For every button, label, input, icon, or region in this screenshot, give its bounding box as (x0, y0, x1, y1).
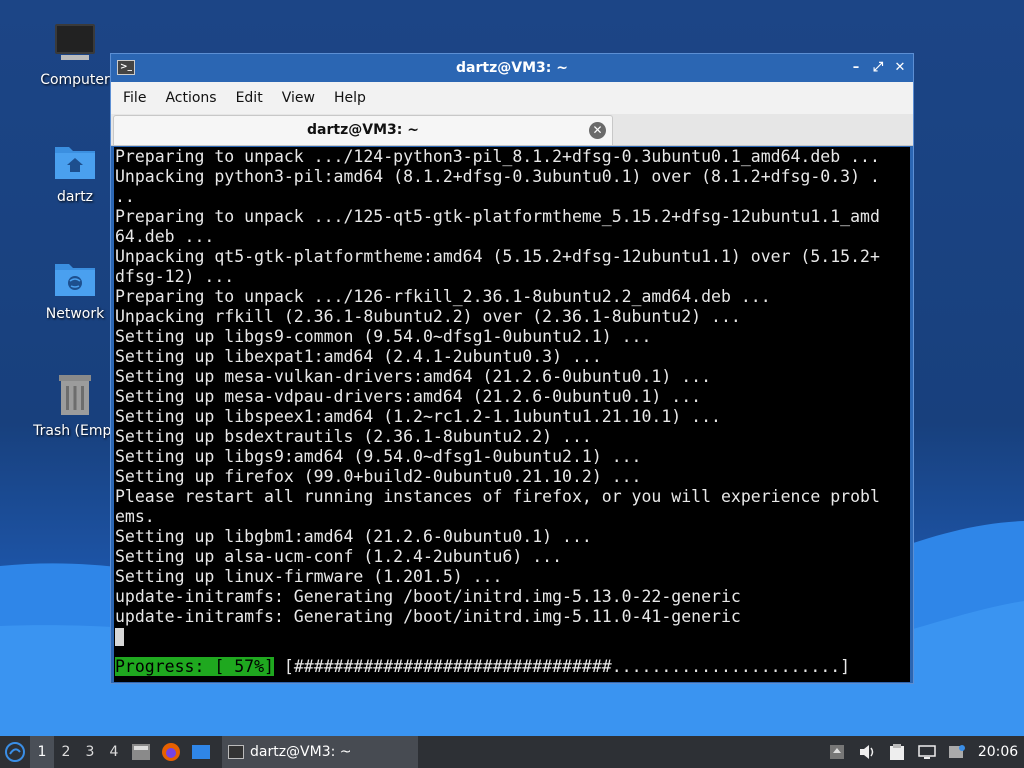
terminal-line: Preparing to unpack .../125-qt5-gtk-plat… (115, 207, 880, 226)
network-icon (918, 745, 936, 759)
terminal-output[interactable]: Preparing to unpack .../124-python3-pil_… (114, 147, 910, 682)
workspace-3[interactable]: 3 (78, 736, 102, 768)
terminal-line: .. (115, 187, 135, 206)
system-tray: 20:06 (822, 736, 1024, 768)
menu-actions[interactable]: Actions (158, 90, 223, 106)
terminal-line: Setting up libspeex1:amd64 (1.2~rc1.2-1.… (115, 407, 721, 426)
progress-label: Progress: [ 57%] (115, 657, 274, 676)
start-menu-button[interactable] (0, 736, 30, 768)
terminal-line: Please restart all running instances of … (115, 487, 880, 506)
file-manager-icon (132, 744, 150, 760)
text-cursor (115, 628, 124, 646)
tab-close-icon[interactable]: ✕ (589, 122, 606, 139)
terminal-line: Setting up libgs9-common (9.54.0~dfsg1-0… (115, 327, 652, 346)
terminal-line: Preparing to unpack .../126-rfkill_2.36.… (115, 287, 771, 306)
terminal-line: Setting up linux-firmware (1.201.5) ... (115, 567, 503, 586)
volume-icon (860, 745, 874, 759)
terminal-app-icon: >_ (117, 60, 135, 75)
update-notifier-button[interactable] (822, 736, 852, 768)
menu-bar: File Actions Edit View Help (111, 82, 913, 114)
terminal-line: Unpacking qt5-gtk-platformtheme:amd64 (5… (115, 247, 880, 266)
terminal-window: >_ dartz@VM3: ~ – ⤢ ✕ File Actions Edit … (110, 53, 914, 684)
terminal-line: Setting up mesa-vulkan-drivers:amd64 (21… (115, 367, 712, 386)
menu-edit[interactable]: Edit (229, 90, 270, 106)
desktop-icon (192, 745, 210, 759)
volume-button[interactable] (852, 736, 882, 768)
menu-help[interactable]: Help (327, 90, 373, 106)
trash-icon (53, 373, 97, 417)
clock[interactable]: 20:06 (972, 744, 1024, 760)
firefox-icon (162, 743, 180, 761)
notification-icon (949, 745, 965, 758)
window-title: dartz@VM3: ~ (456, 60, 568, 76)
terminal-line: update-initramfs: Generating /boot/initr… (115, 607, 741, 626)
terminal-line: Setting up libexpat1:amd64 (2.4.1-2ubunt… (115, 347, 602, 366)
terminal-line: update-initramfs: Generating /boot/initr… (115, 587, 741, 606)
progress-bar: [################################.......… (273, 657, 851, 676)
progress-line: Progress: [ 57%] [######################… (115, 657, 910, 677)
terminal-line: Setting up libgbm1:amd64 (21.2.6-0ubuntu… (115, 527, 592, 546)
terminal-line: Setting up libgs9:amd64 (9.54.0~dfsg1-0u… (115, 447, 642, 466)
tab-terminal[interactable]: dartz@VM3: ~ ✕ (113, 115, 613, 145)
terminal-line: Setting up firefox (99.0+build2-0ubuntu0… (115, 467, 642, 486)
terminal-line: Unpacking rfkill (2.36.1-8ubuntu2.2) ove… (115, 307, 741, 326)
terminal-line: 64.deb ... (115, 227, 215, 246)
terminal-line: dfsg-12) ... (115, 267, 235, 286)
lubuntu-logo-icon (5, 742, 25, 762)
firefox-launcher[interactable] (156, 736, 186, 768)
menu-view[interactable]: View (275, 90, 322, 106)
home-folder-icon (53, 139, 97, 183)
terminal-line: Setting up alsa-ucm-conf (1.2.4-2ubuntu6… (115, 547, 563, 566)
terminal-line: Setting up mesa-vdpau-drivers:amd64 (21.… (115, 387, 702, 406)
maximize-button[interactable]: ⤢ (871, 54, 885, 82)
terminal-line: Unpacking python3-pil:amd64 (8.1.2+dfsg-… (115, 167, 880, 186)
workspace-1[interactable]: 1 (30, 736, 54, 768)
file-manager-launcher[interactable] (126, 736, 156, 768)
show-desktop-button[interactable] (186, 736, 216, 768)
window-titlebar[interactable]: >_ dartz@VM3: ~ – ⤢ ✕ (111, 54, 913, 82)
workspace-4[interactable]: 4 (102, 736, 126, 768)
terminal-cursor-line (115, 627, 910, 647)
notifications-button[interactable] (942, 736, 972, 768)
minimize-button[interactable]: – (849, 54, 863, 82)
terminal-line: ems. (115, 507, 155, 526)
clipboard-button[interactable] (882, 736, 912, 768)
menu-file[interactable]: File (116, 90, 153, 106)
tab-label: dartz@VM3: ~ (307, 122, 419, 138)
network-folder-icon (53, 256, 97, 300)
computer-icon (53, 22, 97, 66)
close-button[interactable]: ✕ (893, 54, 907, 82)
terminal-task-icon (228, 745, 244, 759)
network-tray-button[interactable] (912, 736, 942, 768)
workspace-2[interactable]: 2 (54, 736, 78, 768)
tab-bar: dartz@VM3: ~ ✕ (111, 114, 913, 146)
taskbar-terminal-task[interactable]: dartz@VM3: ~ (222, 736, 418, 768)
terminal-line: Preparing to unpack .../124-python3-pil_… (115, 147, 880, 166)
clipboard-icon (890, 744, 904, 760)
task-label: dartz@VM3: ~ (250, 744, 352, 760)
update-icon (830, 745, 844, 759)
taskbar: 1 2 3 4 dartz@VM3: ~ 20:06 (0, 736, 1024, 768)
terminal-line: Setting up bsdextrautils (2.36.1-8ubuntu… (115, 427, 592, 446)
